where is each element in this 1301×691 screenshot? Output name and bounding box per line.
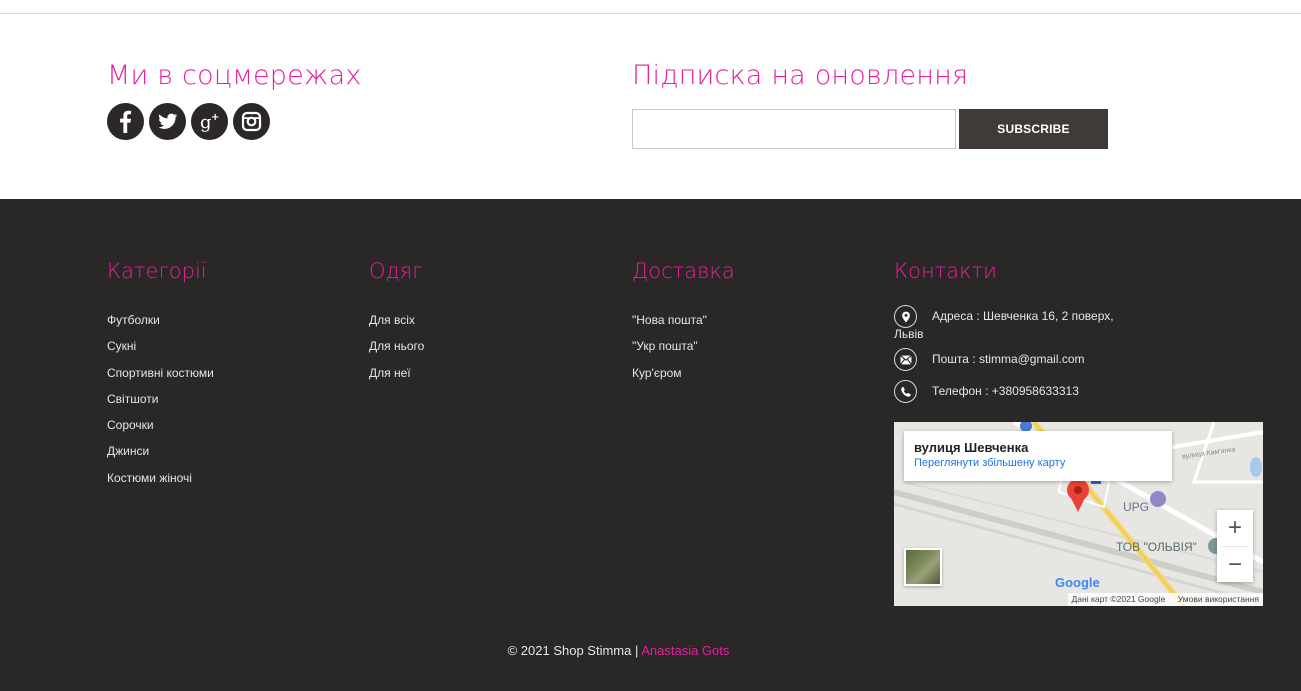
google-plus-icon[interactable]: g + — [191, 103, 228, 140]
contact-email-text[interactable]: Пошта : stimma@gmail.com — [932, 348, 1085, 367]
delivery-column: Доставка "Нова пошта" "Укр пошта" Кур'єр… — [632, 259, 735, 386]
copyright: © 2021 Shop Stimma | Anastasia Gots — [0, 643, 1237, 658]
svg-text:g: g — [200, 112, 212, 133]
satellite-toggle[interactable] — [904, 548, 942, 586]
category-link[interactable]: Сорочки — [107, 412, 214, 438]
contact-address-text: Адреса : Шевченка 16, 2 поверх, — [932, 309, 1114, 323]
delivery-link[interactable]: "Нова пошта" — [632, 307, 735, 333]
envelope-icon — [894, 348, 917, 371]
google-logo-text: Google — [1055, 575, 1100, 590]
category-link[interactable]: Сукні — [107, 333, 214, 359]
map-data-credit: Дані карт ©2021 Google — [1071, 594, 1166, 604]
zoom-in-button[interactable]: + — [1217, 510, 1253, 546]
svg-text:+: + — [211, 112, 219, 123]
map-label-upg: UPG — [1123, 500, 1150, 514]
category-link[interactable]: Спортивні костюми — [107, 360, 214, 386]
top-divider — [0, 13, 1301, 14]
map-enlarge-link[interactable]: Переглянути збільшену карту — [914, 457, 1162, 469]
twitter-icon[interactable] — [149, 103, 186, 140]
map-marker-icon — [894, 305, 917, 328]
map-place-name: вулиця Шевченка — [914, 440, 1029, 455]
instagram-icon[interactable] — [233, 103, 270, 140]
map-infobox: вулиця Шевченка Переглянути збільшену ка… — [904, 431, 1172, 481]
footer: Категорії Футболки Сукні Спортивні костю… — [0, 199, 1301, 691]
category-link[interactable]: Джинси — [107, 438, 214, 464]
facebook-icon[interactable] — [107, 103, 144, 140]
social-section: Ми в соцмережах g + — [107, 60, 362, 140]
map-attribution: Дані карт ©2021 Google Умови використанн… — [1067, 593, 1263, 606]
phone-icon — [894, 380, 917, 403]
google-logo: Google — [1055, 575, 1100, 590]
map-terms-link[interactable]: Умови використання — [1178, 594, 1259, 604]
clothing-link[interactable]: Для нього — [369, 333, 424, 359]
contact-email: Пошта : stimma@gmail.com — [894, 348, 1274, 371]
category-link[interactable]: Футболки — [107, 307, 214, 333]
location-map[interactable]: вулиця Шевченка Переглянути збільшену ка… — [894, 422, 1263, 606]
clothing-link[interactable]: Для неї — [369, 360, 424, 386]
category-link[interactable]: Костюми жіночі — [107, 465, 214, 491]
author-link[interactable]: Anastasia Gots — [641, 643, 729, 658]
categories-list: Футболки Сукні Спортивні костюми Світшот… — [107, 307, 214, 491]
map-label-company: ТОВ "ОЛЬВІЯ" — [1116, 540, 1197, 554]
clothing-link[interactable]: Для всіх — [369, 307, 424, 333]
categories-title: Категорії — [107, 259, 207, 283]
social-title: Ми в соцмережах — [107, 60, 362, 91]
clothing-title: Одяг — [369, 259, 423, 283]
subscribe-title: Підписка на оновлення — [632, 60, 969, 91]
subscribe-section: Підписка на оновлення SUBSCRIBE — [632, 60, 1108, 149]
contacts-title: Контакти — [894, 259, 997, 283]
subscribe-email-input[interactable] — [632, 109, 956, 149]
subscribe-form: SUBSCRIBE — [632, 109, 1108, 149]
contact-address-city: Львів — [894, 327, 924, 341]
delivery-link[interactable]: Кур'єром — [632, 360, 735, 386]
zoom-out-button[interactable]: − — [1217, 547, 1253, 583]
social-links: g + — [107, 103, 362, 140]
contacts-list: Адреса : Шевченка 16, 2 поверх, Львів По… — [894, 305, 1274, 403]
clothing-column: Одяг Для всіх Для нього Для неї — [369, 259, 424, 386]
contact-address: Адреса : Шевченка 16, 2 поверх, Львів — [894, 305, 1274, 341]
copyright-text: © 2021 Shop Stimma | — [507, 643, 642, 658]
clothing-list: Для всіх Для нього Для неї — [369, 307, 424, 386]
contact-phone-text[interactable]: Телефон : +380958633313 — [932, 380, 1079, 399]
subscribe-button[interactable]: SUBSCRIBE — [959, 109, 1108, 149]
contacts-column: Контакти Адреса : Шевченка 16, 2 поверх,… — [894, 259, 1274, 412]
map-zoom-controls: + − — [1217, 510, 1253, 582]
delivery-list: "Нова пошта" "Укр пошта" Кур'єром — [632, 307, 735, 386]
delivery-link[interactable]: "Укр пошта" — [632, 333, 735, 359]
category-link[interactable]: Світшоти — [107, 386, 214, 412]
categories-column: Категорії Футболки Сукні Спортивні костю… — [107, 259, 214, 491]
delivery-title: Доставка — [632, 259, 735, 283]
contact-phone: Телефон : +380958633313 — [894, 380, 1274, 403]
